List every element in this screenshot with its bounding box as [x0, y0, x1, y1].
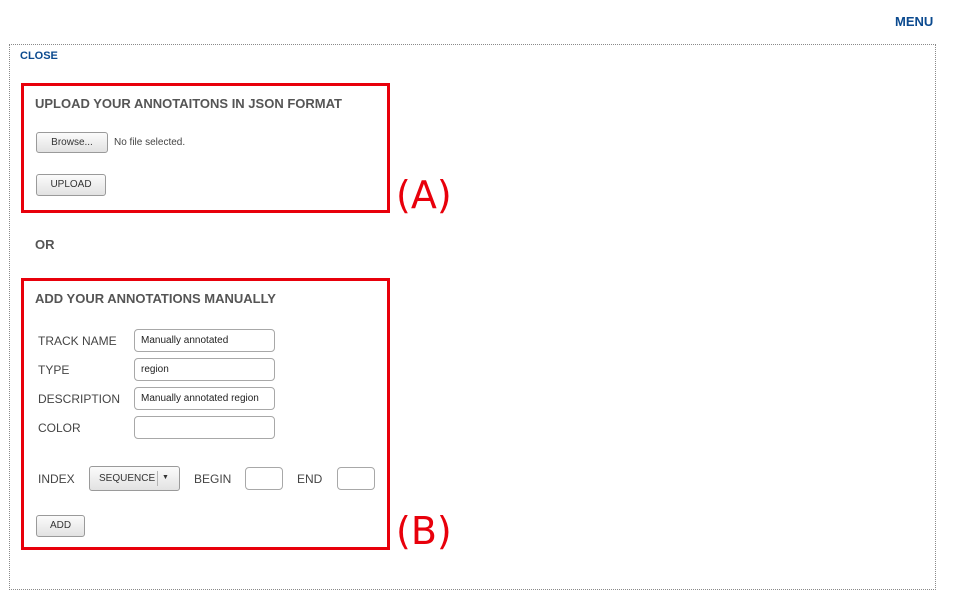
index-select-value: SEQUENCE	[99, 473, 156, 484]
file-status: No file selected.	[114, 137, 186, 148]
color-input[interactable]	[134, 416, 275, 439]
begin-input[interactable]	[245, 467, 283, 490]
chevron-down-icon: ▼	[162, 474, 169, 481]
end-label: END	[297, 472, 323, 486]
upload-button[interactable]: UPLOAD	[36, 174, 106, 196]
upload-section-title: UPLOAD YOUR ANNOTAITONS IN JSON FORMAT	[35, 96, 342, 111]
or-separator: OR	[35, 237, 55, 252]
description-label: DESCRIPTION	[38, 392, 121, 406]
add-button[interactable]: ADD	[36, 515, 85, 537]
callout-b-label: (B)	[396, 509, 452, 553]
track-name-label: TRACK NAME	[38, 334, 117, 348]
begin-label: BEGIN	[194, 472, 232, 486]
type-label: TYPE	[38, 363, 70, 377]
browse-button[interactable]: Browse...	[36, 132, 108, 153]
manual-section-title: ADD YOUR ANNOTATIONS MANUALLY	[35, 291, 276, 306]
close-link[interactable]: CLOSE	[20, 50, 58, 62]
select-divider	[157, 471, 158, 486]
manual-section-highlight	[21, 278, 390, 550]
index-label: INDEX	[38, 472, 75, 486]
end-input[interactable]	[337, 467, 375, 490]
color-label: COLOR	[38, 421, 81, 435]
type-input[interactable]	[134, 358, 275, 381]
description-input[interactable]	[134, 387, 275, 410]
index-select[interactable]: SEQUENCE ▼	[89, 466, 180, 491]
menu-link[interactable]: MENU	[895, 14, 933, 29]
callout-a-label: (A)	[396, 173, 452, 217]
track-name-input[interactable]	[134, 329, 275, 352]
